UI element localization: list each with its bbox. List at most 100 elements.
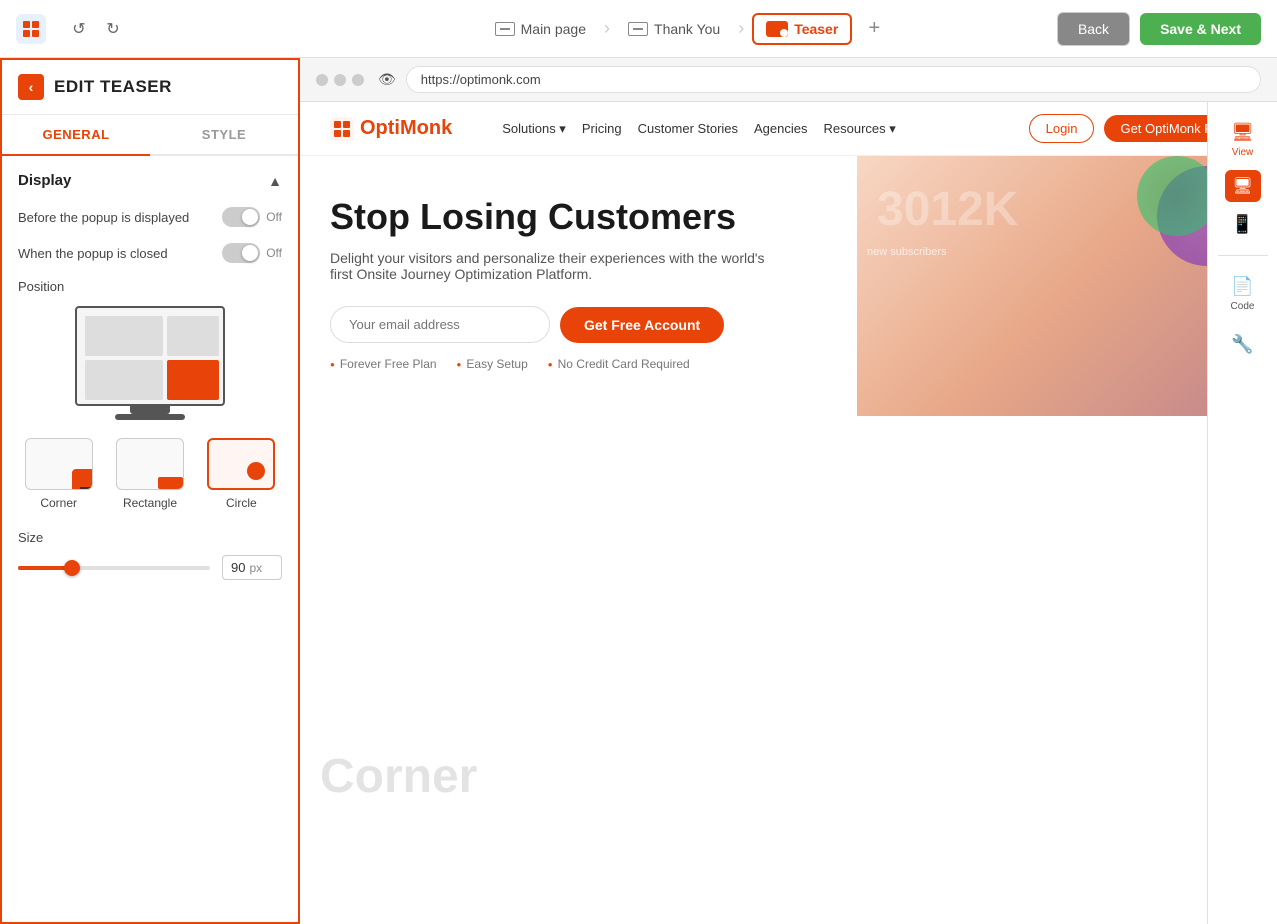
code-alt-icon: 🔧 — [1231, 334, 1253, 355]
om-logo-dot-2 — [343, 121, 350, 128]
shape-rectangle-option[interactable]: Rectangle — [109, 438, 190, 510]
tool-code[interactable]: 📄 Code — [1213, 266, 1273, 322]
before-popup-toggle-row: Before the popup is displayed Off — [18, 207, 282, 227]
shape-corner-preview — [25, 438, 93, 490]
teaser-icon — [766, 21, 788, 37]
nav-solutions[interactable]: Solutions ▾ — [502, 121, 566, 137]
nav-agencies[interactable]: Agencies — [754, 121, 807, 137]
nav-separator-2: › — [738, 18, 744, 39]
feature-2-dot: ● — [457, 360, 462, 369]
om-email-input[interactable] — [330, 306, 550, 343]
tool-code-alt[interactable]: 🔧 — [1213, 324, 1273, 365]
when-closed-toggle-row: When the popup is closed Off — [18, 243, 282, 263]
size-unit: px — [249, 561, 262, 575]
om-logo-text: OptiMonk — [360, 117, 452, 140]
om-feature-1: ● Forever Free Plan — [330, 357, 437, 371]
tool-mobile[interactable]: 📱 — [1213, 204, 1273, 245]
right-tools-panel: 🖥 View 🖥 📱 📄 Code 🔧 — [1207, 102, 1277, 924]
monitor-grid — [77, 308, 223, 404]
when-closed-thumb — [242, 245, 258, 261]
monitor-display — [75, 306, 225, 406]
tool-desktop-active[interactable]: 🖥 — [1225, 170, 1261, 202]
monitor-cell-bl — [85, 360, 163, 400]
om-logo-dot-4 — [343, 130, 350, 137]
nav-main-page[interactable]: Main page — [485, 15, 596, 43]
feature-1-dot: ● — [330, 360, 335, 369]
shape-circle-label: Circle — [226, 496, 257, 510]
browser-dot-1 — [316, 74, 328, 86]
om-logo-dot-1 — [334, 121, 341, 128]
nav-thank-you[interactable]: Thank You — [618, 15, 730, 43]
preview-area: OptiMonk Solutions ▾ Pricing Customer St… — [300, 102, 1277, 924]
before-popup-label: Before the popup is displayed — [18, 210, 189, 225]
shape-circle-option[interactable]: Circle — [201, 438, 282, 510]
add-page-button[interactable]: + — [860, 15, 888, 43]
redo-button[interactable]: ↻ — [98, 14, 128, 44]
right-area: 👁 https://optimonk.com OptiMonk — [300, 58, 1277, 924]
when-closed-label: When the popup is closed — [18, 246, 168, 261]
feature-3-dot: ● — [548, 360, 553, 369]
save-next-button[interactable]: Save & Next — [1140, 13, 1261, 45]
undo-button[interactable]: ↺ — [64, 14, 94, 44]
view-icon: 🖥 — [1231, 122, 1254, 143]
panel-tabs: GENERAL STYLE — [2, 115, 298, 156]
monitor-cell-tl — [85, 316, 163, 356]
undo-redo-group: ↺ ↻ — [64, 14, 128, 44]
thank-you-icon — [628, 22, 648, 36]
preview-content: OptiMonk Solutions ▾ Pricing Customer St… — [300, 102, 1277, 924]
browser-eye-icon: 👁 — [378, 71, 396, 88]
om-hero-content: Stop Losing Customers Delight your visit… — [300, 156, 857, 416]
panel-back-button[interactable]: ‹ — [18, 74, 44, 100]
browser-dots — [316, 74, 364, 86]
feature-2-label: Easy Setup — [466, 357, 527, 371]
browser-dot-2 — [334, 74, 346, 86]
when-closed-track[interactable] — [222, 243, 260, 263]
size-section: Size 90 px — [18, 530, 282, 580]
when-closed-toggle[interactable]: Off — [222, 243, 282, 263]
nav-resources[interactable]: Resources ▾ — [824, 121, 896, 137]
om-logo-icon — [330, 117, 354, 141]
top-bar-left: ↺ ↻ — [16, 14, 316, 44]
browser-dot-3 — [352, 74, 364, 86]
browser-url-bar[interactable]: https://optimonk.com — [406, 66, 1261, 93]
browser-bar: 👁 https://optimonk.com — [300, 58, 1277, 102]
display-collapse-button[interactable]: ▲ — [268, 173, 282, 189]
thank-you-label: Thank You — [654, 21, 720, 37]
corner-label: Corner — [320, 749, 477, 804]
before-popup-toggle[interactable]: Off — [222, 207, 282, 227]
top-bar-right: Back Save & Next — [1057, 12, 1261, 46]
om-logo-dot-3 — [334, 130, 341, 137]
shape-rectangle-preview — [116, 438, 184, 490]
om-feature-2: ● Easy Setup — [457, 357, 528, 371]
om-get-account-button[interactable]: Get Free Account — [560, 307, 724, 343]
nav-teaser[interactable]: Teaser — [752, 13, 852, 45]
om-features: ● Forever Free Plan ● Easy Setup ● No Cr… — [330, 357, 827, 371]
view-label: View — [1232, 147, 1254, 158]
tab-general[interactable]: GENERAL — [2, 115, 150, 156]
om-hero-section: Stop Losing Customers Delight your visit… — [300, 156, 1277, 416]
tab-style[interactable]: STYLE — [150, 115, 298, 154]
om-cta-row: Get Free Account — [330, 306, 827, 343]
position-monitor — [18, 306, 282, 420]
before-popup-thumb — [242, 209, 258, 225]
hero-number-decoration: 3012K — [877, 186, 1018, 234]
before-popup-track[interactable] — [222, 207, 260, 227]
shape-corner-label: Corner — [40, 496, 77, 510]
tools-divider — [1218, 255, 1268, 256]
monitor-cell-tr — [167, 316, 219, 356]
desktop-active-icon: 🖥 — [1232, 176, 1252, 196]
feature-1-label: Forever Free Plan — [340, 357, 437, 371]
tool-view[interactable]: 🖥 View — [1213, 112, 1273, 168]
om-login-button[interactable]: Login — [1029, 114, 1095, 143]
top-bar: ↺ ↻ Main page › Thank You › Teaser + Bac… — [0, 0, 1277, 58]
left-panel-header: ‹ EDIT TEASER — [2, 60, 298, 115]
page-navigation: Main page › Thank You › Teaser + — [316, 13, 1057, 45]
nav-pricing[interactable]: Pricing — [582, 121, 622, 137]
monitor-cell-br — [167, 360, 219, 400]
before-popup-value: Off — [266, 210, 282, 224]
nav-customer-stories[interactable]: Customer Stories — [638, 121, 738, 137]
teaser-label: Teaser — [794, 21, 838, 37]
shape-corner-option[interactable]: Corner — [18, 438, 99, 510]
feature-3-label: No Credit Card Required — [558, 357, 690, 371]
back-button[interactable]: Back — [1057, 12, 1130, 46]
